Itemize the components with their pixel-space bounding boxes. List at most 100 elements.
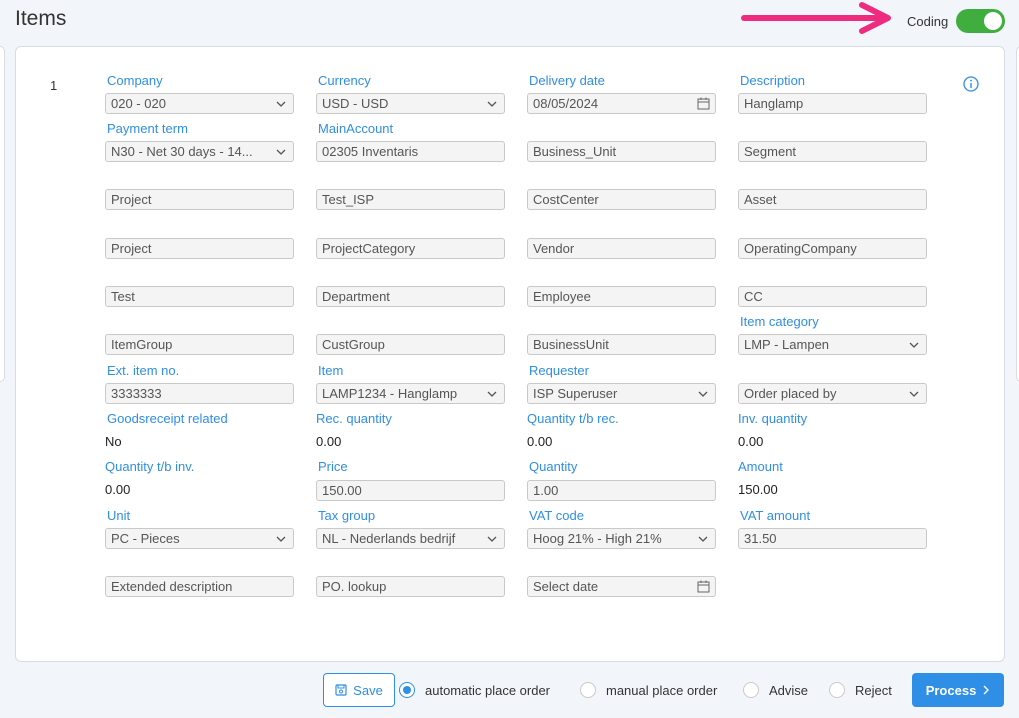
- radio-button[interactable]: [829, 682, 845, 698]
- coding-toggle[interactable]: [956, 9, 1006, 33]
- chevron-down-icon: [909, 342, 919, 348]
- toggle-knob: [984, 12, 1003, 30]
- radio-label: Reject: [855, 682, 892, 698]
- main-account-label: MainAccount: [318, 121, 394, 136]
- process-label: Process: [925, 682, 977, 698]
- project-field-2[interactable]: Project: [105, 238, 294, 259]
- save-label: Save: [353, 682, 383, 698]
- vat-amount-input[interactable]: 31.50: [738, 528, 927, 549]
- amount-label: Amount: [738, 459, 783, 474]
- radio-label: Advise: [769, 682, 809, 698]
- project-field[interactable]: Project: [105, 189, 294, 210]
- order-placed-by-select[interactable]: Order placed by: [738, 383, 927, 404]
- currency-label: Currency: [318, 73, 371, 88]
- left-side-panel: [0, 46, 5, 382]
- unit-label: Unit: [107, 508, 131, 523]
- asset-field[interactable]: Asset: [738, 189, 927, 210]
- quantity-input[interactable]: 1.00: [527, 480, 716, 501]
- payment-term-select[interactable]: N30 - Net 30 days - 14...: [105, 141, 294, 162]
- cc-field[interactable]: CC: [738, 286, 927, 307]
- calendar-icon[interactable]: [697, 580, 710, 593]
- cust-group-field[interactable]: CustGroup: [316, 334, 505, 355]
- radio-button[interactable]: [743, 682, 759, 698]
- business-unit-field[interactable]: Business_Unit: [527, 141, 716, 162]
- requester-select[interactable]: ISP Superuser: [527, 383, 716, 404]
- item-group-field[interactable]: ItemGroup: [105, 334, 294, 355]
- tax-group-select[interactable]: NL - Nederlands bedrijf: [316, 528, 505, 549]
- price-label: Price: [318, 459, 348, 474]
- inv-quantity-label: Inv. quantity: [738, 411, 808, 426]
- save-button[interactable]: Save: [323, 673, 395, 707]
- project-category-field[interactable]: ProjectCategory: [316, 238, 505, 259]
- radio-label: manual place order: [606, 682, 718, 698]
- tax-group-label: Tax group: [318, 508, 376, 523]
- process-button[interactable]: Process: [912, 673, 1004, 707]
- calendar-icon[interactable]: [697, 97, 710, 110]
- chevron-down-icon: [487, 391, 497, 397]
- chevron-down-icon: [698, 391, 708, 397]
- extended-description-field[interactable]: Extended description: [105, 576, 294, 597]
- radio-button[interactable]: [580, 682, 596, 698]
- vat-amount-label: VAT amount: [740, 508, 811, 523]
- cost-center-field[interactable]: CostCenter: [527, 189, 716, 210]
- chevron-down-icon: [698, 536, 708, 542]
- ext-item-no-input[interactable]: 3333333: [105, 383, 294, 404]
- test-field[interactable]: Test: [105, 286, 294, 307]
- quantity-tb-inv-label: Quantity t/b inv.: [105, 459, 195, 474]
- vat-code-select[interactable]: Hoog 21% - High 21%: [527, 528, 716, 549]
- chevron-down-icon: [487, 101, 497, 107]
- goodsreceipt-related-value: No: [105, 434, 122, 449]
- description-label: Description: [740, 73, 806, 88]
- chevron-down-icon: [909, 391, 919, 397]
- quantity-tb-inv-value: 0.00: [105, 482, 131, 497]
- radio-reject[interactable]: Reject: [829, 682, 892, 698]
- chevron-right-icon: [983, 685, 990, 695]
- delivery-date-label: Delivery date: [529, 73, 605, 88]
- vendor-field[interactable]: Vendor: [527, 238, 716, 259]
- description-input[interactable]: Hanglamp: [738, 93, 927, 114]
- chevron-down-icon: [276, 101, 286, 107]
- requester-label: Requester: [529, 363, 589, 378]
- quantity-tb-rec-value: 0.00: [527, 434, 553, 449]
- amount-value: 150.00: [738, 482, 778, 497]
- test-isp-field[interactable]: Test_ISP: [316, 189, 505, 210]
- select-date-input[interactable]: Select date: [527, 576, 716, 597]
- goodsreceipt-related-label: Goodsreceipt related: [107, 411, 228, 426]
- item-category-select[interactable]: LMP - Lampen: [738, 334, 927, 355]
- quantity-tb-rec-label: Quantity t/b rec.: [527, 411, 619, 426]
- company-select[interactable]: 020 - 020: [105, 93, 294, 114]
- item-label: Item: [318, 363, 344, 378]
- po-lookup-field[interactable]: PO. lookup: [316, 576, 505, 597]
- coding-label: Coding: [907, 13, 949, 29]
- chevron-down-icon: [276, 149, 286, 155]
- payment-term-label: Payment term: [107, 121, 188, 136]
- vat-code-label: VAT code: [529, 508, 584, 523]
- radio-manual-place-order[interactable]: manual place order: [580, 682, 717, 698]
- inv-quantity-value: 0.00: [738, 434, 764, 449]
- info-icon[interactable]: [963, 76, 979, 92]
- operating-company-field[interactable]: OperatingCompany: [738, 238, 927, 259]
- item-select[interactable]: LAMP1234 - Hanglamp: [316, 383, 505, 404]
- employee-field[interactable]: Employee: [527, 286, 716, 307]
- ext-item-no-label: Ext. item no.: [107, 363, 180, 378]
- quantity-label: Quantity: [529, 459, 578, 474]
- rec-quantity-label: Rec. quantity: [316, 411, 392, 426]
- company-label: Company: [107, 73, 163, 88]
- row-number: 1: [50, 78, 58, 93]
- page-title: Items: [15, 7, 67, 30]
- pointer-arrow-icon: [741, 2, 891, 34]
- radio-label: automatic place order: [425, 682, 551, 698]
- currency-select[interactable]: USD - USD: [316, 93, 505, 114]
- delivery-date-input[interactable]: 08/05/2024: [527, 93, 716, 114]
- segment-field[interactable]: Segment: [738, 141, 927, 162]
- price-input[interactable]: 150.00: [316, 480, 505, 501]
- coding-toggle-group: Coding: [907, 9, 1006, 33]
- business-unit-field-2[interactable]: BusinessUnit: [527, 334, 716, 355]
- rec-quantity-value: 0.00: [316, 434, 342, 449]
- radio-advise[interactable]: Advise: [743, 682, 808, 698]
- radio-automatic-place-order[interactable]: automatic place order: [399, 682, 550, 698]
- radio-button[interactable]: [399, 682, 415, 698]
- department-field[interactable]: Department: [316, 286, 505, 307]
- main-account-input[interactable]: 02305 Inventaris: [316, 141, 505, 162]
- unit-select[interactable]: PC - Pieces: [105, 528, 294, 549]
